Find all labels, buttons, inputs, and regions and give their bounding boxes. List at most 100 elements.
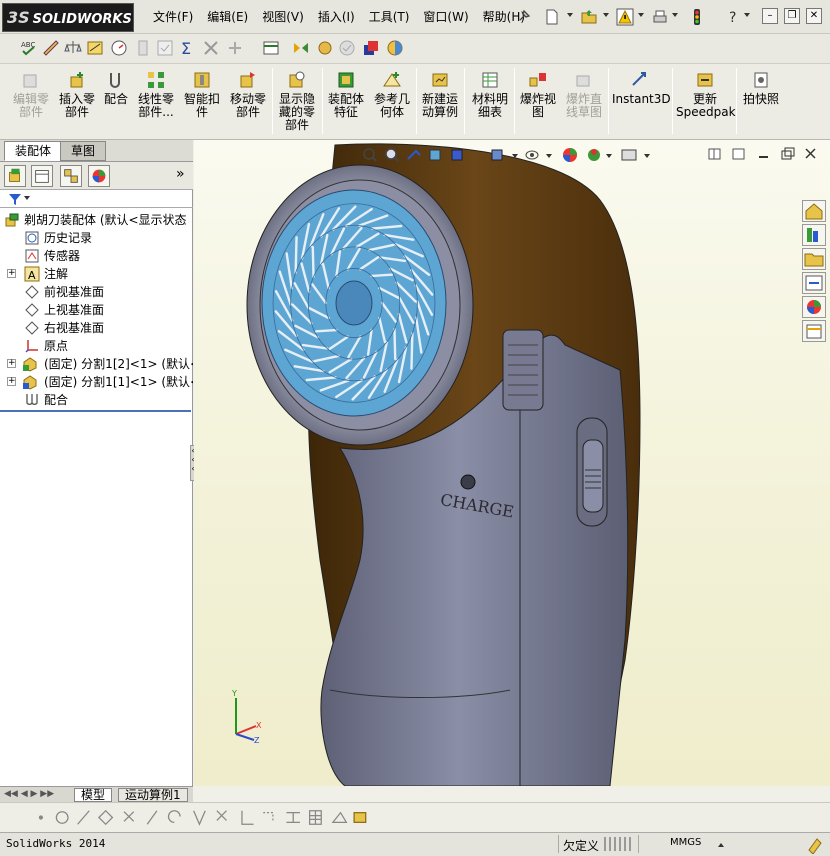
menu-file[interactable]: 文件(F) bbox=[146, 0, 200, 34]
menu-insert[interactable]: 插入(I) bbox=[311, 0, 362, 34]
hide-show-dropdown-icon[interactable] bbox=[546, 154, 552, 158]
snapshot-button[interactable]: 拍快照 bbox=[740, 70, 782, 106]
new-document-icon[interactable] bbox=[543, 8, 561, 26]
line-icon[interactable] bbox=[77, 810, 90, 825]
show-hidden-button[interactable]: 显示隐 藏的零 部件 bbox=[276, 70, 318, 132]
centerline-icon[interactable] bbox=[146, 810, 158, 825]
reference-geometry-button[interactable]: 参考几 何体 bbox=[372, 70, 412, 119]
previous-view-icon[interactable] bbox=[407, 149, 421, 160]
instant3d-button[interactable]: Instant3D bbox=[612, 70, 671, 106]
status-units[interactable]: MMGS bbox=[670, 837, 701, 848]
bom-button[interactable]: 材料明 细表 bbox=[470, 70, 510, 119]
units-dropdown-icon[interactable] bbox=[718, 843, 724, 847]
interference-icon[interactable] bbox=[202, 39, 220, 57]
assembly-feature-button[interactable]: 装配体 特征 bbox=[326, 70, 366, 119]
open-dropdown-icon[interactable] bbox=[603, 13, 609, 17]
tab-sketch[interactable]: 草图 bbox=[60, 141, 107, 161]
appearance-icon[interactable] bbox=[362, 39, 380, 57]
scene-dropdown-icon[interactable] bbox=[606, 154, 612, 158]
mass-properties-icon[interactable] bbox=[64, 39, 82, 57]
print-icon[interactable] bbox=[651, 8, 669, 26]
print-dropdown-icon[interactable] bbox=[672, 13, 678, 17]
circle-icon[interactable] bbox=[55, 811, 69, 824]
task-pane-view-palette[interactable] bbox=[802, 272, 826, 294]
tab-model[interactable]: 模型 bbox=[74, 788, 113, 802]
viewport-close-icon[interactable] bbox=[805, 148, 816, 159]
tree-item-sensors[interactable]: 传感器 bbox=[0, 247, 193, 265]
pin-icon[interactable] bbox=[516, 8, 532, 24]
tree-item-origin[interactable]: 原点 bbox=[0, 337, 193, 355]
close-button[interactable]: ✕ bbox=[806, 8, 822, 24]
zoom-to-area-icon[interactable] bbox=[385, 148, 399, 162]
linear-pattern-button[interactable]: 线性零 部件... bbox=[136, 70, 176, 119]
insert-component-button[interactable]: 插入零 部件 bbox=[56, 70, 98, 119]
view-settings-dropdown-icon[interactable] bbox=[644, 154, 650, 158]
section-view-icon[interactable] bbox=[429, 149, 441, 161]
tab-motion-study[interactable]: 运动算例1 bbox=[118, 788, 188, 802]
fillet-icon[interactable] bbox=[263, 812, 274, 823]
sensor-gauge-icon[interactable] bbox=[110, 39, 128, 57]
pattern-icon[interactable] bbox=[309, 810, 322, 825]
zoom-to-fit-icon[interactable] bbox=[363, 148, 377, 162]
edit-component-button[interactable]: 编辑零 部件 bbox=[10, 70, 52, 119]
compare-icon[interactable] bbox=[292, 39, 310, 57]
point-icon[interactable] bbox=[38, 815, 43, 820]
measure-icon[interactable] bbox=[42, 39, 60, 57]
expand-panel-icon[interactable]: » bbox=[176, 166, 185, 182]
arc-icon[interactable] bbox=[167, 810, 181, 823]
traffic-light-icon[interactable] bbox=[688, 8, 706, 26]
expand-toggle[interactable]: + bbox=[7, 359, 16, 368]
section-properties-icon[interactable] bbox=[86, 39, 104, 57]
solidworks-logo[interactable]: 3S SOLIDWORKS bbox=[2, 3, 134, 32]
hole-alignment-icon[interactable] bbox=[262, 39, 280, 57]
task-pane-design-library[interactable] bbox=[802, 224, 826, 246]
rollback-bar[interactable] bbox=[0, 410, 191, 412]
edit-appearance-icon[interactable] bbox=[563, 148, 577, 162]
mirror-icon[interactable] bbox=[216, 810, 227, 821]
mate-button[interactable]: 配合 bbox=[102, 70, 130, 106]
task-pane-custom-properties[interactable] bbox=[802, 320, 826, 342]
expand-toggle[interactable]: + bbox=[7, 269, 16, 278]
help-icon[interactable]: ? bbox=[724, 8, 742, 26]
design-checker-icon[interactable] bbox=[316, 39, 334, 57]
tree-item-front-plane[interactable]: 前视基准面 bbox=[0, 283, 193, 301]
tab-scroll-arrows-icon[interactable]: ◀◀ ◀ ▶ ▶▶ bbox=[4, 789, 54, 799]
tree-item-mates[interactable]: 配合 bbox=[0, 391, 193, 409]
configuration-manager-icon[interactable] bbox=[60, 165, 82, 187]
minimize-button[interactable]: – bbox=[762, 8, 778, 24]
rebuild-dropdown-icon[interactable] bbox=[638, 13, 644, 17]
help-dropdown-icon[interactable] bbox=[744, 13, 750, 17]
task-pane-file-explorer[interactable] bbox=[802, 248, 826, 270]
restore-button[interactable]: ❐ bbox=[784, 8, 800, 24]
split-view-icon[interactable] bbox=[708, 148, 721, 160]
display-style-icon[interactable] bbox=[491, 149, 503, 161]
explode-line-button[interactable]: 爆炸直 线草图 bbox=[564, 70, 604, 119]
spell-check-icon[interactable]: ABC bbox=[20, 39, 38, 57]
explode-view-button[interactable]: 爆炸视 图 bbox=[518, 70, 558, 119]
render-icon[interactable] bbox=[386, 39, 404, 57]
check-icon[interactable] bbox=[156, 39, 174, 57]
property-manager-icon[interactable] bbox=[31, 165, 53, 187]
check-circle-icon[interactable] bbox=[338, 39, 356, 57]
sigma-icon[interactable]: Σ bbox=[178, 39, 196, 57]
rebuild-warning-icon[interactable] bbox=[616, 8, 634, 26]
filter-icon[interactable] bbox=[8, 192, 22, 206]
view-orientation-icon[interactable] bbox=[451, 149, 463, 161]
tree-item-right-plane[interactable]: 右视基准面 bbox=[0, 319, 193, 337]
menu-window[interactable]: 窗口(W) bbox=[416, 0, 475, 34]
polygon-icon[interactable] bbox=[98, 809, 114, 826]
new-dropdown-icon[interactable] bbox=[567, 13, 573, 17]
hide-show-items-icon[interactable] bbox=[525, 150, 539, 160]
menu-view[interactable]: 视图(V) bbox=[255, 0, 311, 34]
feature-tree-icon[interactable] bbox=[4, 165, 26, 187]
open-folder-icon[interactable] bbox=[580, 8, 598, 26]
smart-fastener-button[interactable]: 智能扣 件 bbox=[182, 70, 222, 119]
split-horizontal-icon[interactable] bbox=[732, 148, 745, 160]
tree-item-part-2[interactable]: + (固定) 分割1[2]<1> (默认< bbox=[0, 355, 193, 373]
tree-item-part-1[interactable]: + (固定) 分割1[1]<1> (默认< bbox=[0, 373, 193, 391]
display-style-dropdown-icon[interactable] bbox=[512, 154, 518, 158]
task-pane-home[interactable] bbox=[802, 200, 826, 222]
expand-toggle[interactable]: + bbox=[7, 377, 16, 386]
move-component-button[interactable]: 移动零 部件 bbox=[228, 70, 268, 119]
tree-item-top-plane[interactable]: 上视基准面 bbox=[0, 301, 193, 319]
